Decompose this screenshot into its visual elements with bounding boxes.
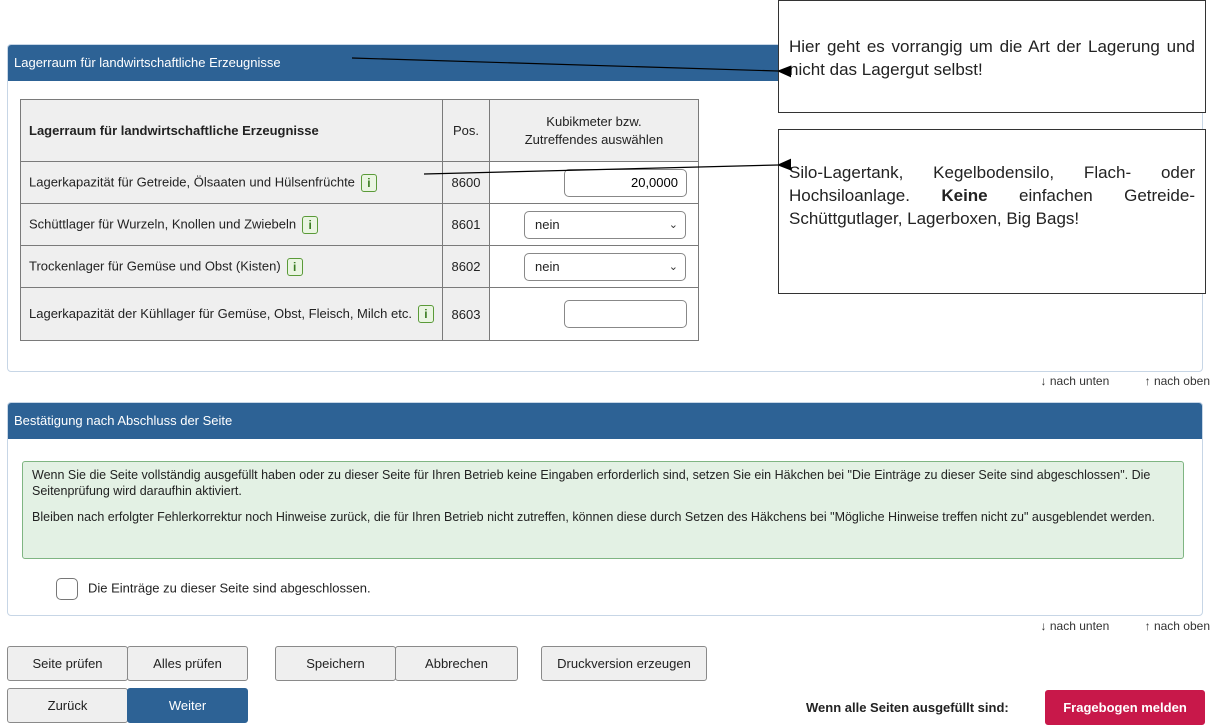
- table-header-row: Lagerraum für landwirtschaftliche Erzeug…: [20, 99, 700, 162]
- fragebogen-melden-button[interactable]: Fragebogen melden: [1045, 690, 1205, 725]
- column-header-name: Lagerraum für landwirtschaftliche Erzeug…: [20, 99, 443, 162]
- row-value-cell: nein ⌄: [488, 203, 700, 246]
- seite-pruefen-button[interactable]: Seite prüfen: [7, 646, 128, 681]
- row-label: Trockenlager für Gemüse und Obst (Kisten…: [20, 245, 443, 288]
- column-header-value: Kubikmeter bzw. Zutreffendes auswählen: [488, 99, 700, 162]
- notice-paragraph-2: Bleiben nach erfolgter Fehlerkorrektur n…: [32, 510, 1155, 524]
- table-row: Schüttlager für Wurzeln, Knollen und Zwi…: [20, 203, 700, 246]
- speichern-button[interactable]: Speichern: [275, 646, 396, 681]
- getreide-capacity-input[interactable]: [563, 168, 687, 197]
- callout-silo-text: Silo-Lagertank, Kegelbodensilo, Flach- o…: [789, 161, 1195, 230]
- callout-storage-type-text: Hier geht es vorrangig um die Art der La…: [789, 37, 1195, 79]
- druckversion-button[interactable]: Druckversion erzeugen: [541, 646, 707, 681]
- zurueck-button[interactable]: Zurück: [7, 688, 128, 723]
- completion-checkbox-label: Die Einträge zu dieser Seite sind abgesc…: [88, 580, 371, 596]
- row-pos: 8603: [442, 287, 490, 341]
- row-label-text: Trockenlager für Gemüse und Obst (Kisten…: [29, 257, 281, 273]
- chevron-down-icon: ⌄: [668, 260, 678, 273]
- weiter-button[interactable]: Weiter: [127, 688, 248, 723]
- select-value: nein: [534, 258, 560, 274]
- row-pos: 8601: [442, 203, 490, 246]
- nav-down-link[interactable]: ↓ nach unten: [1041, 374, 1110, 388]
- alles-pruefen-button[interactable]: Alles prüfen: [127, 646, 248, 681]
- page-nav-links: ↓ nach unten ↑ nach oben: [1009, 619, 1210, 633]
- row-label-text: Lagerkapazität für Getreide, Ölsaaten un…: [29, 173, 355, 189]
- callout-storage-type: Hier geht es vorrangig um die Art der La…: [778, 0, 1206, 113]
- info-icon[interactable]: i: [417, 305, 434, 324]
- nav-down-link[interactable]: ↓ nach unten: [1041, 619, 1110, 633]
- row-label: Schüttlager für Wurzeln, Knollen und Zwi…: [20, 203, 443, 246]
- row-value-cell: [488, 287, 700, 341]
- row-label: Lagerkapazität für Getreide, Ölsaaten un…: [20, 161, 443, 204]
- row-value-cell: [488, 161, 700, 204]
- select-value: nein: [534, 216, 560, 232]
- column-header-value-line2: Zutreffendes auswählen: [524, 131, 664, 147]
- table-row: Trockenlager für Gemüse und Obst (Kisten…: [20, 245, 700, 288]
- completion-checkbox-row[interactable]: Die Einträge zu dieser Seite sind abgesc…: [56, 578, 371, 600]
- table-row: Lagerkapazität für Getreide, Ölsaaten un…: [20, 161, 700, 204]
- row-pos: 8602: [442, 245, 490, 288]
- row-value-cell: nein ⌄: [488, 245, 700, 288]
- table-row: Lagerkapazität der Kühllager für Gemüse,…: [20, 287, 700, 341]
- chevron-down-icon: ⌄: [668, 218, 678, 231]
- column-header-pos: Pos.: [442, 99, 490, 162]
- info-icon[interactable]: i: [360, 173, 377, 192]
- confirmation-panel: Bestätigung nach Abschluss der Seite Wen…: [7, 402, 1203, 616]
- page-nav-links: ↓ nach unten ↑ nach oben: [1009, 374, 1210, 388]
- trockenlager-select[interactable]: nein ⌄: [523, 252, 686, 281]
- kuehllager-capacity-input[interactable]: [563, 300, 687, 328]
- info-notice: Wenn Sie die Seite vollständig ausgefüll…: [22, 461, 1184, 559]
- completion-checkbox[interactable]: [56, 578, 78, 600]
- info-icon[interactable]: i: [286, 257, 303, 276]
- schuettlager-select[interactable]: nein ⌄: [523, 210, 686, 239]
- nav-up-link[interactable]: ↑ nach oben: [1145, 374, 1210, 388]
- notice-paragraph-1: Wenn Sie die Seite vollständig ausgefüll…: [32, 468, 1151, 498]
- callout-silo: Silo-Lagertank, Kegelbodensilo, Flach- o…: [778, 129, 1206, 294]
- row-label: Lagerkapazität der Kühllager für Gemüse,…: [20, 287, 443, 341]
- row-label-text: Schüttlager für Wurzeln, Knollen und Zwi…: [29, 215, 297, 231]
- callout-silo-bold: Keine: [941, 186, 988, 205]
- row-pos: 8600: [442, 161, 490, 204]
- confirmation-panel-header: Bestätigung nach Abschluss der Seite: [8, 403, 1202, 439]
- submit-hint-label: Wenn alle Seiten ausgefüllt sind:: [806, 700, 1009, 715]
- info-icon[interactable]: i: [302, 215, 319, 234]
- nav-up-link[interactable]: ↑ nach oben: [1145, 619, 1210, 633]
- storage-table: Lagerraum für landwirtschaftliche Erzeug…: [20, 99, 700, 341]
- abbrechen-button[interactable]: Abbrechen: [395, 646, 518, 681]
- row-label-text: Lagerkapazität der Kühllager für Gemüse,…: [29, 305, 412, 321]
- column-header-value-line1: Kubikmeter bzw.: [546, 113, 642, 129]
